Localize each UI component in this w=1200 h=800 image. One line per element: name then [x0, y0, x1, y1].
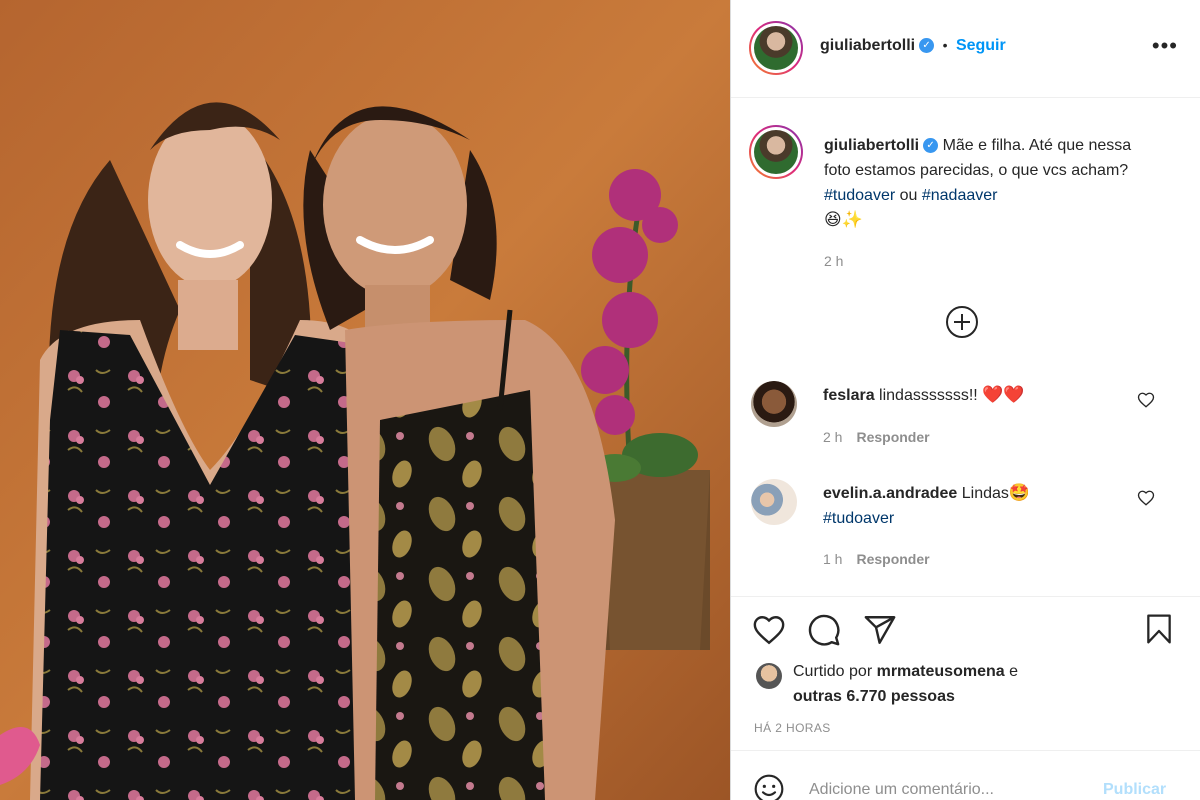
- like-heart-icon[interactable]: [751, 613, 787, 647]
- liker-username[interactable]: mrmateusomena: [877, 663, 1005, 680]
- caption-time[interactable]: 2 h: [824, 253, 843, 269]
- hashtag-link[interactable]: #tudoaver: [823, 510, 894, 527]
- caption-avatar[interactable]: [749, 125, 803, 179]
- comment-text: lindasssssss!!: [879, 387, 983, 404]
- reply-button[interactable]: Responder: [856, 429, 929, 445]
- more-options-icon[interactable]: •••: [1152, 35, 1178, 57]
- comment-body: feslara lindasssssss!! ❤️❤️: [823, 383, 1123, 408]
- hashtag-link[interactable]: #tudoaver: [824, 187, 895, 204]
- liked-by-prefix: Curtido por: [793, 663, 877, 680]
- verified-badge-icon: ✓: [919, 38, 935, 54]
- caption-text: giuliabertolli ✓ Mãe e filha. Até que nes…: [824, 133, 1154, 233]
- commenter-avatar[interactable]: [751, 381, 797, 427]
- likes-count[interactable]: outras 6.770 pessoas: [793, 688, 955, 705]
- comment-emojis: 🤩: [1008, 483, 1031, 503]
- header-identity: giuliabertolli ✓ • Seguir: [820, 37, 1006, 55]
- add-comment-bar: Adicione um comentário... Publicar: [731, 750, 1200, 800]
- save-bookmark-icon[interactable]: [1143, 611, 1175, 647]
- like-comment-heart-icon[interactable]: [1137, 391, 1155, 409]
- comment-time[interactable]: 2 h: [823, 429, 842, 445]
- comment-meta: 2 h Responder: [823, 429, 930, 445]
- comment-input[interactable]: Adicione um comentário...: [809, 781, 994, 799]
- comment-text: Lindas: [961, 485, 1009, 502]
- comment-username[interactable]: feslara: [823, 387, 875, 404]
- comment-bubble-icon[interactable]: [807, 613, 841, 647]
- comment-time[interactable]: 1 h: [823, 551, 842, 567]
- caption-username[interactable]: giuliabertolli: [824, 137, 919, 154]
- author-username[interactable]: giuliabertolli: [820, 37, 915, 54]
- post-timestamp[interactable]: HÁ 2 HORAS: [754, 721, 831, 735]
- post-header: giuliabertolli ✓ • Seguir •••: [731, 0, 1200, 98]
- commenter-avatar[interactable]: [751, 479, 797, 525]
- emoji-smile-icon[interactable]: [753, 773, 785, 800]
- liker-avatar[interactable]: [756, 663, 782, 689]
- hashtag-link[interactable]: #nadaaver: [922, 187, 998, 204]
- reply-button[interactable]: Responder: [856, 551, 929, 567]
- publish-button[interactable]: Publicar: [1103, 781, 1166, 799]
- like-comment-heart-icon[interactable]: [1137, 489, 1155, 507]
- liked-by-connector: e: [1004, 663, 1018, 680]
- post-photo[interactable]: [0, 0, 730, 800]
- comment-emojis: ❤️❤️: [982, 385, 1025, 405]
- author-avatar[interactable]: [749, 21, 803, 75]
- comment-username[interactable]: evelin.a.andradee: [823, 485, 957, 502]
- comment-body: evelin.a.andradee Lindas🤩 #tudoaver: [823, 481, 1123, 531]
- load-more-comments-button[interactable]: [946, 306, 978, 338]
- caption-emojis: 😆✨: [824, 210, 863, 230]
- caption-connector: ou: [895, 187, 922, 204]
- post-side-panel: giuliabertolli ✓ • Seguir ••• giuliaberto…: [730, 0, 1200, 800]
- comment-meta: 1 h Responder: [823, 551, 930, 567]
- share-send-icon[interactable]: [863, 613, 897, 647]
- separator-dot: •: [942, 37, 948, 53]
- liked-by-text: Curtido por mrmateusomena e outras 6.770…: [793, 659, 1123, 709]
- verified-badge-icon: ✓: [923, 138, 939, 154]
- photo-illustration: [0, 0, 730, 800]
- follow-button[interactable]: Seguir: [956, 37, 1006, 54]
